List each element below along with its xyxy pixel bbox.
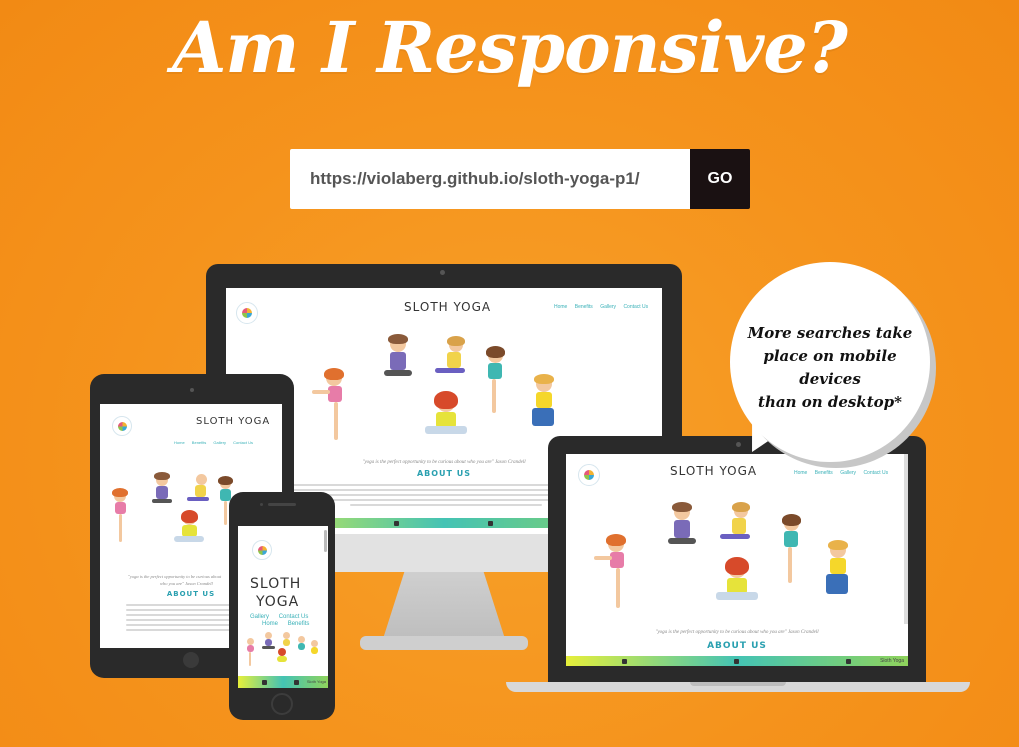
site-title-line2: YOGA bbox=[256, 594, 300, 610]
nav-benefits[interactable]: Benefits bbox=[192, 440, 206, 445]
go-button[interactable]: GO bbox=[690, 149, 750, 209]
site-logo-icon bbox=[112, 416, 132, 436]
nav-benefits[interactable]: Benefits bbox=[815, 470, 833, 476]
site-quote-2: who you are" Jason Crandell bbox=[160, 581, 213, 586]
laptop-scrollbar[interactable] bbox=[904, 454, 908, 624]
tablet-home-button[interactable] bbox=[183, 652, 199, 668]
footer-brand: Sloth Yoga bbox=[306, 679, 326, 684]
nav-gallery[interactable]: Gallery bbox=[600, 304, 616, 310]
site-nav: Home Benefits Gallery Contact Us bbox=[548, 304, 648, 310]
nav-home[interactable]: Home bbox=[794, 470, 807, 476]
nav-gallery[interactable]: Gallery bbox=[250, 614, 269, 620]
site-logo-icon bbox=[252, 540, 272, 560]
phone-home-button[interactable] bbox=[271, 693, 293, 715]
url-input[interactable] bbox=[290, 149, 690, 209]
nav-gallery[interactable]: Gallery bbox=[213, 440, 226, 445]
site-footer: Sloth Yoga bbox=[238, 676, 328, 688]
site-logo-icon bbox=[236, 302, 258, 324]
nav-home[interactable]: Home bbox=[554, 304, 567, 310]
site-quote: "yoga is the perfect opportunity to be c… bbox=[128, 574, 222, 579]
nav-benefits[interactable]: Benefits bbox=[288, 621, 310, 627]
nav-contact[interactable]: Contact Us bbox=[623, 304, 648, 310]
nav-gallery[interactable]: Gallery bbox=[840, 470, 856, 476]
site-nav: Home Benefits Gallery Contact Us bbox=[168, 440, 253, 445]
site-title-line1: SLOTH bbox=[250, 576, 302, 592]
site-title: SLOTH YOGA bbox=[670, 464, 758, 478]
phone-screen: SLOTH YOGA Gallery Contact Us Home Benef… bbox=[238, 526, 328, 688]
site-quote: "yoga is the perfect opportunity to be c… bbox=[655, 630, 819, 635]
url-bar: GO bbox=[290, 149, 750, 209]
site-title: SLOTH YOGA bbox=[196, 416, 271, 427]
bubble-text: More searches take place on mobile devic… bbox=[747, 324, 913, 411]
nav-home[interactable]: Home bbox=[262, 621, 278, 627]
nav-contact[interactable]: Contact Us bbox=[233, 440, 253, 445]
footer-brand: Sloth Yoga bbox=[880, 658, 904, 664]
site-footer: Sloth Yoga bbox=[566, 656, 908, 666]
site-nav: Gallery Contact Us Home Benefits bbox=[248, 614, 324, 628]
site-logo-icon bbox=[578, 464, 600, 486]
about-heading: ABOUT US bbox=[707, 641, 767, 651]
page-title: Am I Responsive? bbox=[172, 6, 848, 89]
site-nav: Home Benefits Gallery Contact Us bbox=[788, 470, 888, 476]
site-title: SLOTH YOGA bbox=[404, 300, 492, 314]
phone-scrollbar[interactable] bbox=[324, 530, 327, 552]
nav-home[interactable]: Home bbox=[174, 440, 185, 445]
nav-contact[interactable]: Contact Us bbox=[279, 614, 309, 620]
nav-benefits[interactable]: Benefits bbox=[575, 304, 593, 310]
laptop-screen: SLOTH YOGA Home Benefits Gallery Contact… bbox=[566, 454, 908, 666]
nav-contact[interactable]: Contact Us bbox=[863, 470, 888, 476]
